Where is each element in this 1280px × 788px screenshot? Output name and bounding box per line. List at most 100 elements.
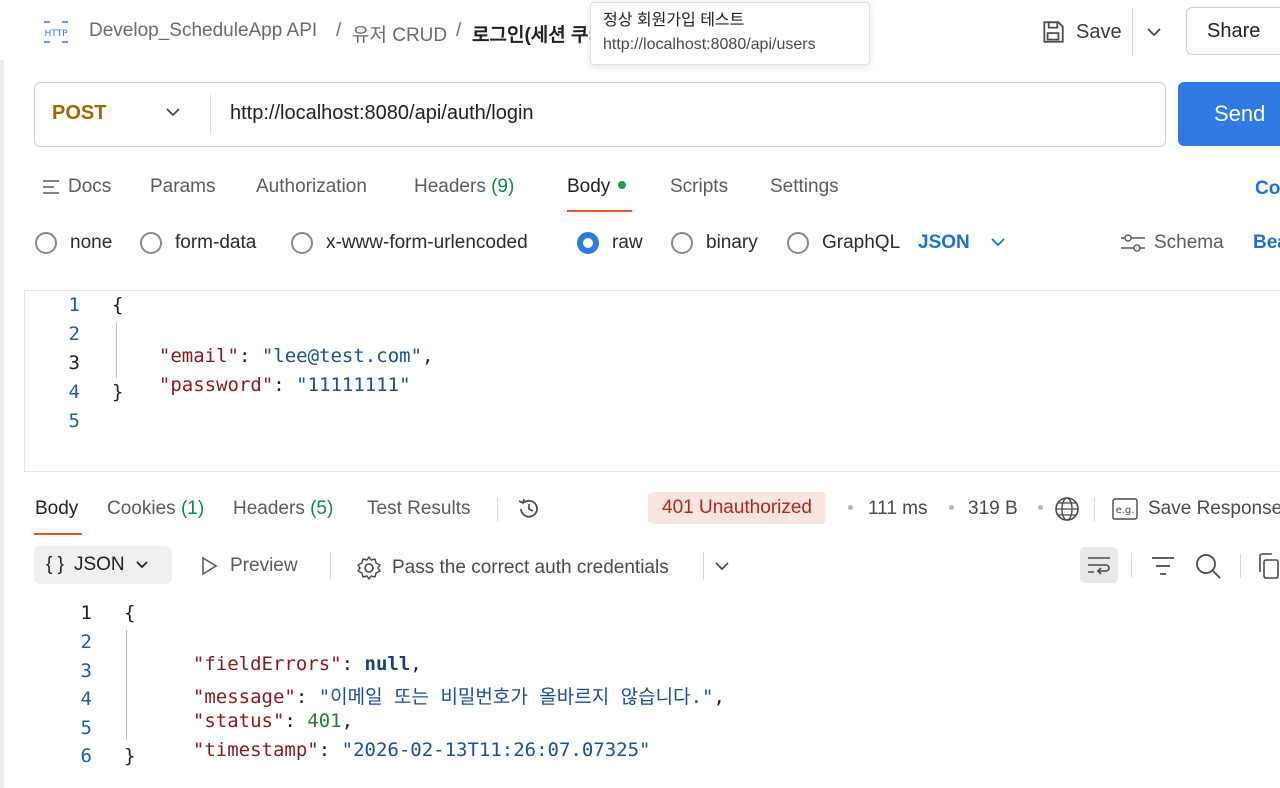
code-brace: }	[112, 381, 124, 403]
response-tab-cookies-label: Cookies	[107, 498, 176, 519]
radio-urlencoded-label[interactable]: x-www-form-urlencoded	[326, 232, 528, 254]
filter-icon[interactable]	[1150, 554, 1176, 578]
auth-hint-button[interactable]: Pass the correct auth credentials	[356, 555, 669, 581]
wrap-lines-button[interactable]	[1080, 547, 1118, 583]
json-string: "2026-02-13T11:26:07.07325"	[341, 739, 651, 761]
tab-docs-label: Docs	[68, 176, 112, 197]
save-button[interactable]: Save	[1040, 14, 1122, 50]
chevron-down-icon	[1147, 28, 1161, 37]
share-button[interactable]: Share	[1186, 7, 1280, 55]
code-brace: {	[124, 602, 136, 624]
line-number: 3	[68, 352, 80, 374]
status-badge[interactable]: 401 Unauthorized	[648, 492, 826, 524]
line-number: 5	[80, 717, 92, 739]
tab-params[interactable]: Params	[150, 176, 215, 198]
tooltip-url: http://localhost:8080/api/users	[603, 36, 816, 53]
cookies-link[interactable]: Co	[1255, 178, 1280, 200]
response-time[interactable]: 111 ms	[868, 498, 928, 520]
indent-guide	[126, 630, 127, 740]
radio-urlencoded[interactable]	[291, 232, 313, 254]
code-brace: {	[112, 294, 124, 316]
json-string: "11111111"	[296, 374, 411, 396]
divider	[1094, 498, 1095, 522]
chevron-down-icon[interactable]	[713, 560, 731, 572]
divider	[1132, 8, 1133, 56]
radio-none[interactable]	[35, 232, 57, 254]
radio-raw[interactable]	[577, 232, 599, 254]
breadcrumb-collection[interactable]: Develop_ScheduleApp API	[89, 20, 317, 42]
body-format-select[interactable]: JSON	[918, 232, 970, 254]
line-number: 5	[68, 410, 80, 432]
line-number: 1	[80, 602, 92, 624]
line-number: 2	[80, 631, 92, 653]
sliders-icon	[1121, 234, 1145, 252]
beautify-button[interactable]: Bea	[1253, 232, 1280, 254]
docs-icon	[43, 180, 59, 194]
tab-docs[interactable]: Docs	[42, 176, 111, 198]
globe-icon[interactable]	[1054, 496, 1080, 522]
radio-binary-label[interactable]: binary	[706, 232, 758, 254]
copy-icon[interactable]	[1258, 552, 1280, 580]
save-response-label: Save Response	[1148, 498, 1280, 519]
save-response-button[interactable]: e.g. Save Response	[1112, 498, 1280, 520]
save-options-button[interactable]	[1140, 18, 1168, 46]
chevron-down-icon	[136, 561, 148, 569]
separator-dot	[848, 505, 853, 510]
response-tab-body[interactable]: Body	[35, 498, 78, 520]
divider	[210, 94, 211, 134]
radio-form-data[interactable]	[140, 232, 162, 254]
response-tab-headers-label: Headers	[233, 498, 305, 519]
json-key: "timestamp"	[192, 739, 319, 761]
tab-scripts[interactable]: Scripts	[670, 176, 728, 198]
tab-body[interactable]: Body	[567, 176, 627, 198]
request-tooltip: 정상 회원가입 테스트 http://localhost:8080/api/us…	[590, 2, 870, 65]
svg-text:e.g.: e.g.	[1116, 505, 1135, 516]
schema-button[interactable]: Schema	[1120, 232, 1224, 254]
url-input[interactable]: http://localhost:8080/api/auth/login	[230, 102, 534, 125]
divider	[330, 552, 331, 580]
radio-binary[interactable]	[671, 232, 693, 254]
radio-form-data-label[interactable]: form-data	[175, 232, 256, 254]
separator-dot	[1038, 505, 1043, 510]
send-button[interactable]: Send	[1178, 82, 1280, 146]
breadcrumb-folder[interactable]: 유저 CRUD	[352, 20, 447, 47]
line-number: 2	[68, 323, 80, 345]
url-bar	[34, 82, 1166, 147]
line-number: 1	[68, 294, 80, 316]
modified-dot	[618, 180, 627, 189]
gear-icon	[357, 556, 381, 580]
tab-authorization[interactable]: Authorization	[256, 176, 367, 198]
preview-button[interactable]: Preview	[200, 555, 298, 577]
line-number: 6	[80, 745, 92, 767]
play-icon	[202, 556, 218, 576]
response-tab-test-results[interactable]: Test Results	[367, 498, 470, 520]
json-braces-icon: { }	[46, 554, 64, 575]
active-tab-indicator	[34, 533, 82, 535]
line-number: 4	[80, 688, 92, 710]
response-size[interactable]: 319 B	[968, 498, 1018, 520]
chevron-down-icon[interactable]	[164, 103, 182, 121]
radio-none-label[interactable]: none	[70, 232, 112, 254]
response-tab-headers[interactable]: Headers (5)	[233, 498, 333, 520]
tab-headers[interactable]: Headers (9)	[414, 176, 514, 198]
json-string: "이메일 또는 비밀번호가 올바르지 않습니다."	[318, 686, 714, 708]
radio-graphql[interactable]	[787, 232, 809, 254]
chevron-down-icon[interactable]	[990, 235, 1006, 249]
auth-hint-label: Pass the correct auth credentials	[392, 557, 669, 578]
history-icon[interactable]	[515, 496, 543, 522]
response-tab-headers-count: (5)	[310, 498, 334, 519]
example-icon: e.g.	[1112, 498, 1138, 520]
method-select[interactable]: POST	[52, 102, 106, 125]
breadcrumb-request-name[interactable]: 로그인(세션 쿠키	[472, 20, 606, 47]
json-key: "password"	[158, 374, 274, 396]
tab-headers-count: (9)	[491, 176, 515, 197]
svg-text:HTTP: HTTP	[44, 29, 68, 39]
search-icon[interactable]	[1194, 552, 1222, 580]
radio-raw-label[interactable]: raw	[612, 232, 643, 254]
divider	[497, 498, 498, 522]
separator-dot	[949, 505, 954, 510]
response-format-select[interactable]: { } JSON	[34, 546, 172, 584]
response-tab-cookies[interactable]: Cookies (1)	[107, 498, 204, 520]
tab-settings[interactable]: Settings	[770, 176, 839, 198]
radio-graphql-label[interactable]: GraphQL	[822, 232, 900, 254]
